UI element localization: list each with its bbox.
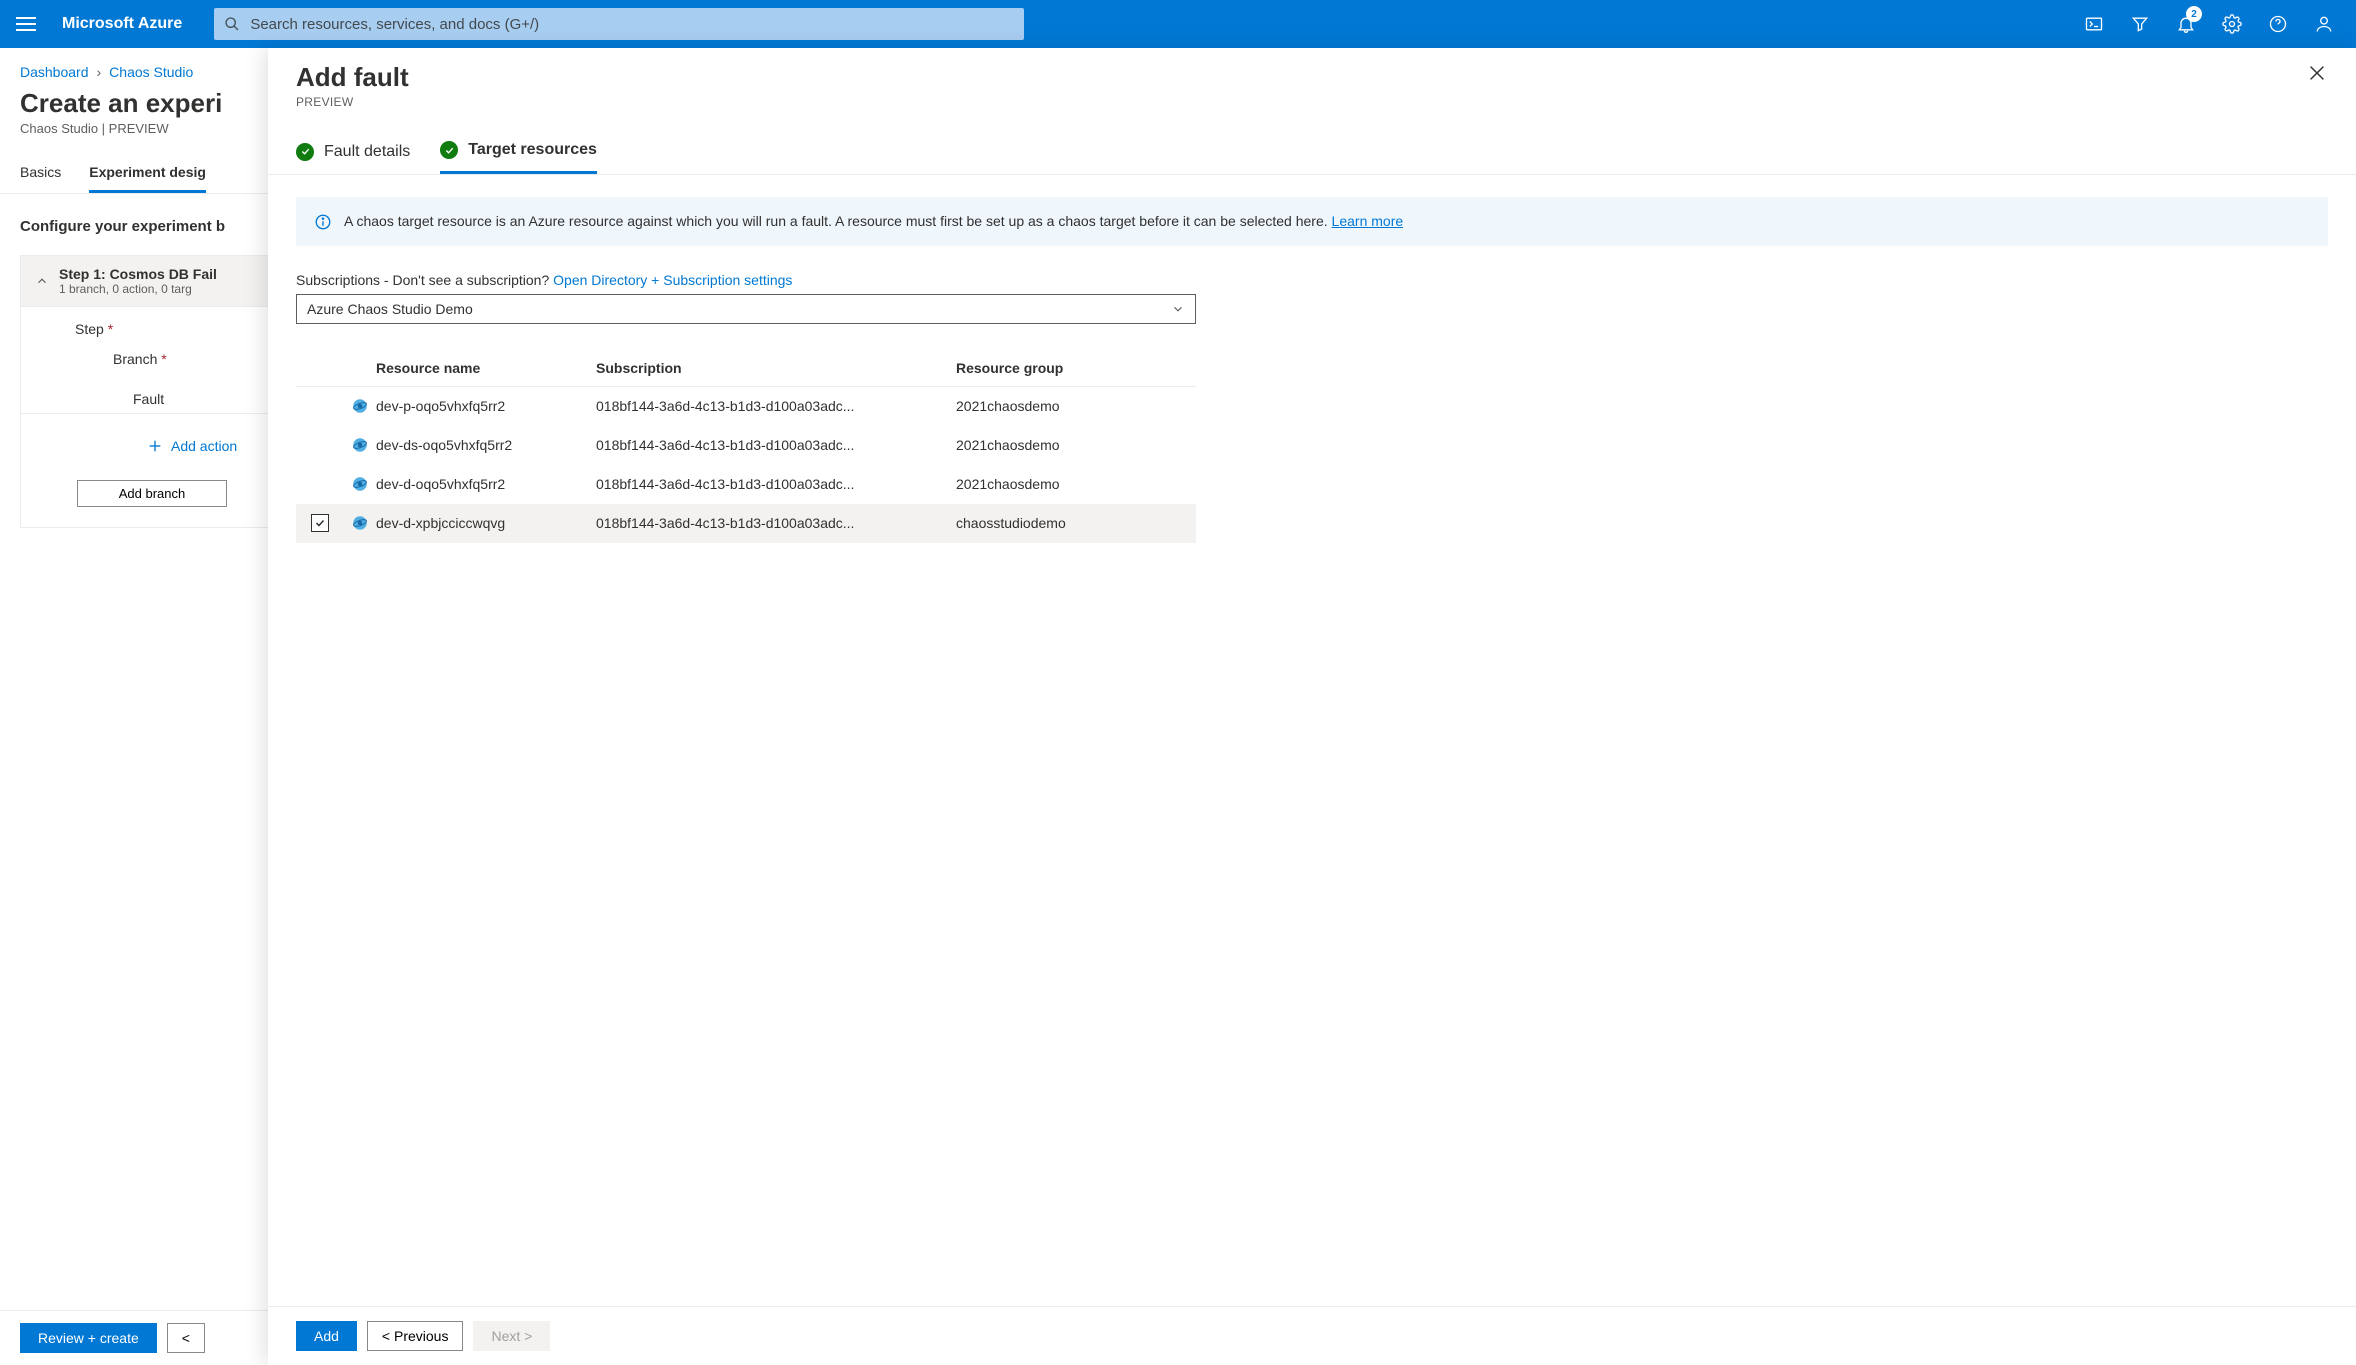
- col-resource-name: Resource name: [376, 360, 596, 376]
- resource-group-cell: 2021chaosdemo: [956, 398, 1196, 414]
- cloud-shell-icon[interactable]: [2074, 4, 2114, 44]
- row-checkbox[interactable]: [296, 397, 344, 415]
- add-button[interactable]: Add: [296, 1321, 357, 1351]
- hamburger-menu[interactable]: [12, 10, 40, 38]
- cosmos-db-icon: [344, 514, 376, 532]
- subscription-cell: 018bf144-3a6d-4c13-b1d3-d100a03adc...: [596, 437, 956, 453]
- resource-group-cell: 2021chaosdemo: [956, 437, 1196, 453]
- subscription-cell: 018bf144-3a6d-4c13-b1d3-d100a03adc...: [596, 476, 956, 492]
- cosmos-db-icon: [344, 397, 376, 415]
- add-branch-button[interactable]: Add branch: [77, 480, 227, 507]
- brand-label[interactable]: Microsoft Azure: [52, 15, 192, 33]
- col-resource-group: Resource group: [956, 360, 1196, 376]
- table-row[interactable]: dev-d-xpbjcciccwqvg018bf144-3a6d-4c13-b1…: [296, 504, 1196, 543]
- subscriptions-label: Subscriptions - Don't see a subscription…: [296, 272, 2328, 288]
- col-subscription: Subscription: [596, 360, 956, 376]
- breadcrumb-dashboard[interactable]: Dashboard: [20, 64, 89, 80]
- info-text: A chaos target resource is an Azure reso…: [344, 213, 1332, 229]
- check-icon: [296, 143, 314, 161]
- table-header: Resource name Subscription Resource grou…: [296, 350, 1196, 387]
- page-body: Dashboard › Chaos Studio Create an exper…: [0, 48, 2356, 1365]
- settings-icon[interactable]: [2212, 4, 2252, 44]
- tab-fault-details[interactable]: Fault details: [296, 133, 410, 174]
- panel-preview-label: PREVIEW: [296, 93, 409, 127]
- info-box: A chaos target resource is an Azure reso…: [296, 197, 2328, 246]
- search-input[interactable]: Search resources, services, and docs (G+…: [214, 8, 1024, 40]
- resource-group-cell: chaosstudiodemo: [956, 515, 1196, 531]
- previous-button-short[interactable]: <: [167, 1323, 205, 1353]
- directory-filter-icon[interactable]: [2120, 4, 2160, 44]
- search-icon: [224, 16, 240, 32]
- row-checkbox[interactable]: [296, 436, 344, 454]
- table-row[interactable]: dev-d-oqo5vhxfq5rr2018bf144-3a6d-4c13-b1…: [296, 465, 1196, 504]
- step-subtitle: 1 branch, 0 action, 0 targ: [59, 282, 217, 296]
- resource-name-cell: dev-d-xpbjcciccwqvg: [376, 515, 596, 531]
- notifications-icon[interactable]: 2: [2166, 4, 2206, 44]
- resources-table: Resource name Subscription Resource grou…: [296, 350, 1196, 543]
- breadcrumb-sep: ›: [97, 64, 102, 80]
- panel-step-tabs: Fault details Target resources: [268, 127, 2356, 175]
- row-checkbox[interactable]: [296, 475, 344, 493]
- subscription-dropdown[interactable]: Azure Chaos Studio Demo: [296, 294, 1196, 324]
- topbar: Microsoft Azure Search resources, servic…: [0, 0, 2356, 48]
- add-fault-panel: Add fault PREVIEW Fault details Target r…: [268, 48, 2356, 1365]
- breadcrumb-chaos[interactable]: Chaos Studio: [109, 64, 193, 80]
- review-create-button[interactable]: Review + create: [20, 1323, 157, 1353]
- tab-experiment-design[interactable]: Experiment desig: [89, 154, 206, 193]
- learn-more-link[interactable]: Learn more: [1332, 213, 1404, 229]
- check-icon: [440, 141, 458, 159]
- panel-footer: Add < Previous Next >: [268, 1306, 2356, 1365]
- help-icon[interactable]: [2258, 4, 2298, 44]
- subscription-cell: 018bf144-3a6d-4c13-b1d3-d100a03adc...: [596, 398, 956, 414]
- subscription-cell: 018bf144-3a6d-4c13-b1d3-d100a03adc...: [596, 515, 956, 531]
- tab-basics[interactable]: Basics: [20, 154, 61, 193]
- plus-icon: [147, 438, 163, 454]
- table-row[interactable]: dev-ds-oqo5vhxfq5rr2018bf144-3a6d-4c13-b…: [296, 426, 1196, 465]
- step-title: Step 1: Cosmos DB Fail: [59, 266, 217, 282]
- chevron-down-icon: [1171, 302, 1185, 316]
- resource-name-cell: dev-p-oqo5vhxfq5rr2: [376, 398, 596, 414]
- notification-badge: 2: [2186, 6, 2202, 22]
- close-icon[interactable]: [2306, 62, 2328, 84]
- top-icons: 2: [2074, 4, 2344, 44]
- row-checkbox[interactable]: [296, 514, 344, 532]
- account-icon[interactable]: [2304, 4, 2344, 44]
- search-placeholder: Search resources, services, and docs (G+…: [250, 16, 539, 33]
- chevron-up-icon: [35, 274, 49, 288]
- panel-title: Add fault: [296, 62, 409, 93]
- resource-name-cell: dev-ds-oqo5vhxfq5rr2: [376, 437, 596, 453]
- panel-body: A chaos target resource is an Azure reso…: [268, 175, 2356, 1306]
- previous-button[interactable]: < Previous: [367, 1321, 464, 1351]
- tab-target-resources[interactable]: Target resources: [440, 133, 597, 174]
- resource-group-cell: 2021chaosdemo: [956, 476, 1196, 492]
- info-icon: [314, 213, 332, 231]
- open-directory-link[interactable]: Open Directory + Subscription settings: [553, 272, 792, 288]
- resource-name-cell: dev-d-oqo5vhxfq5rr2: [376, 476, 596, 492]
- table-row[interactable]: dev-p-oqo5vhxfq5rr2018bf144-3a6d-4c13-b1…: [296, 387, 1196, 426]
- cosmos-db-icon: [344, 436, 376, 454]
- next-button[interactable]: Next >: [473, 1321, 550, 1351]
- cosmos-db-icon: [344, 475, 376, 493]
- dropdown-value: Azure Chaos Studio Demo: [307, 301, 473, 317]
